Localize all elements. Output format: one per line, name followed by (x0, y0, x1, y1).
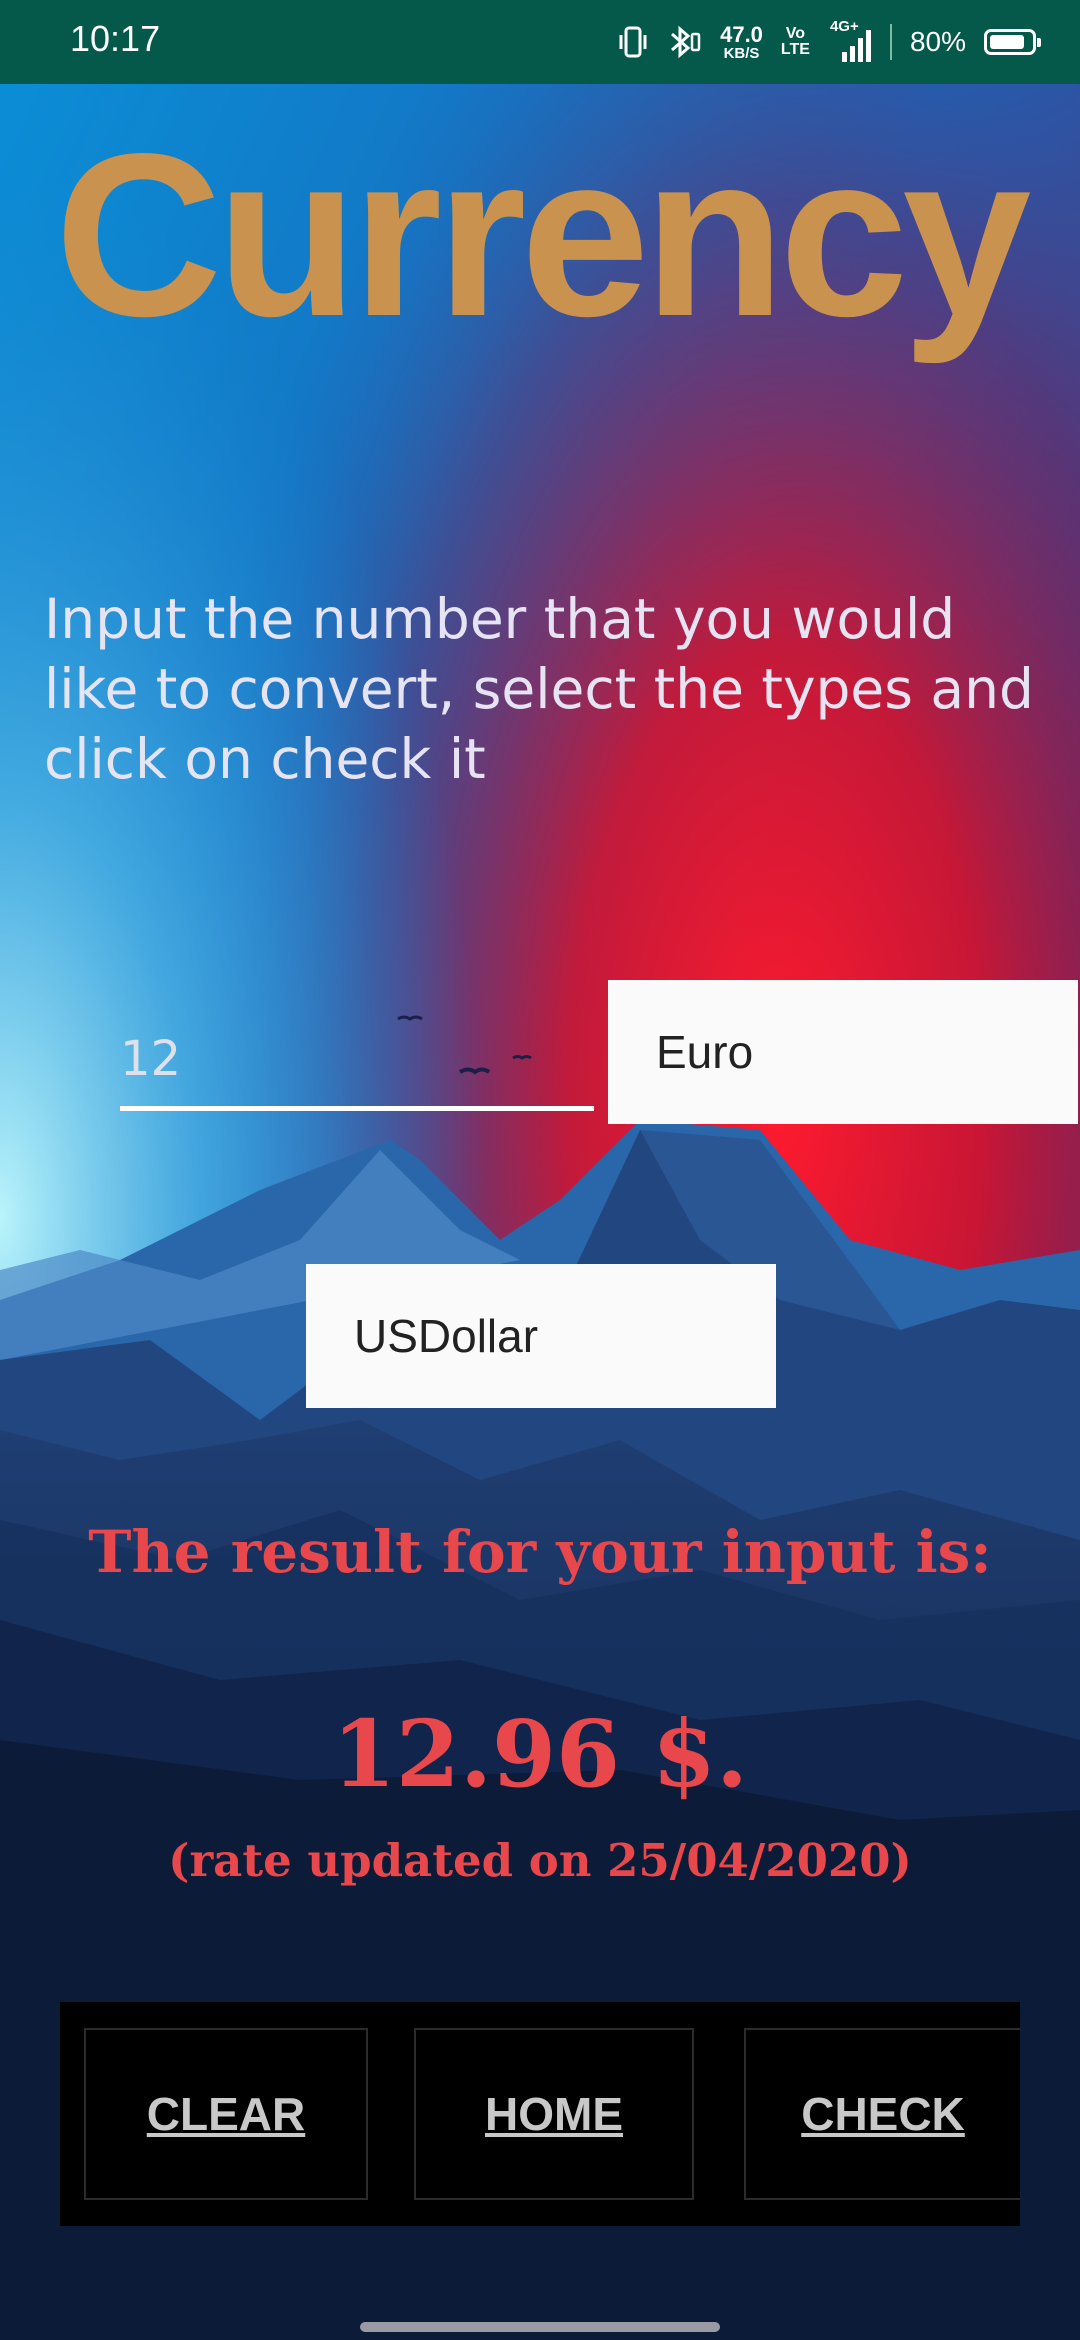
clear-button-label: CLEAR (146, 2088, 306, 2140)
clear-button[interactable]: CLEAR (84, 2028, 368, 2200)
battery-percent: 80% (909, 26, 966, 57)
bluetooth-icon (671, 25, 701, 59)
vibrate-icon (619, 26, 647, 58)
rate-updated-note: (rate updated on 25/04/2020) (168, 1834, 912, 1887)
network-speed: 47.0 KB/S (720, 21, 763, 62)
signal-indicator: 4G+ (828, 18, 872, 64)
app-title: Currency (54, 106, 1032, 365)
to-currency-select[interactable]: USDollar (306, 1264, 776, 1408)
result-value: 12.96 $. (331, 1700, 749, 1808)
battery-icon (984, 29, 1041, 55)
home-button-label: HOME (485, 2088, 623, 2140)
volte-bottom: LTE (780, 41, 810, 58)
status-bar: 10:17 47.0 KB/S Vo LTE 4G+ 80% (0, 0, 1080, 84)
from-currency-label: Euro (656, 1026, 754, 1078)
signal-bars-icon (841, 30, 871, 62)
instructions-text: Input the number that you would like to … (44, 587, 1034, 791)
volte-top: Vo (785, 25, 806, 42)
result-label: The result for your input is: (88, 1518, 992, 1586)
status-icons: 47.0 KB/S Vo LTE 4G+ 80% (618, 14, 1041, 70)
check-button-label: CHECK (801, 2088, 965, 2140)
amount-input[interactable] (120, 1012, 594, 1111)
network-speed-unit: KB/S (723, 44, 760, 62)
network-speed-value: 47.0 (720, 21, 763, 47)
status-divider (889, 24, 892, 60)
check-button[interactable]: CHECK (744, 2028, 1020, 2200)
status-time: 10:17 (70, 18, 161, 59)
home-button[interactable]: HOME (414, 2028, 694, 2200)
action-button-bar: CLEAR HOME CHECK (60, 2002, 1020, 2226)
from-currency-select[interactable]: Euro (608, 980, 1078, 1124)
gesture-nav-handle[interactable] (360, 2322, 720, 2332)
to-currency-label: USDollar (354, 1310, 539, 1362)
volte-indicator: Vo LTE (781, 26, 810, 58)
